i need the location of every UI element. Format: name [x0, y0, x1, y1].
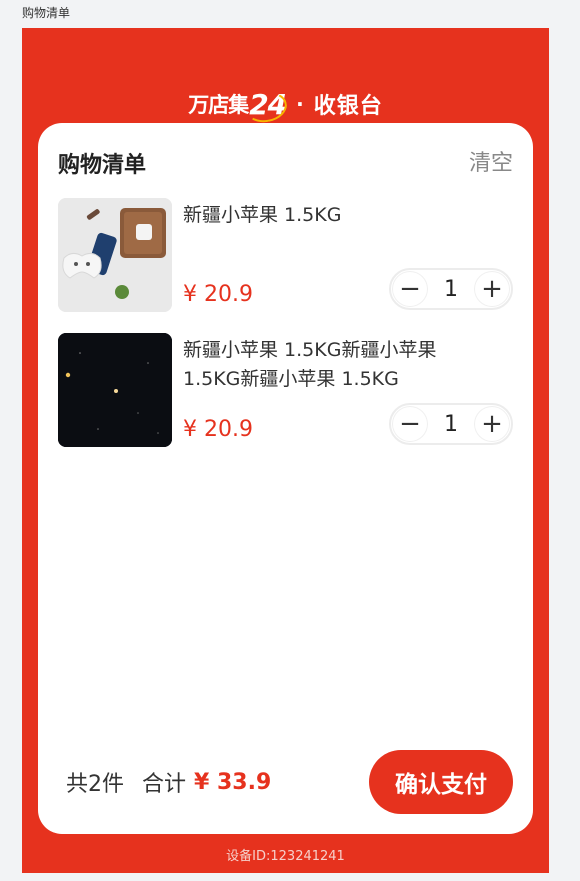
clear-cart-button[interactable]: 清空 — [469, 145, 513, 177]
product-name: 新疆小苹果 1.5KG — [183, 204, 342, 226]
quantity-stepper: − 1 + — [389, 268, 513, 310]
brand-logo: 万店集 24 — [188, 88, 290, 125]
cart-card: 购物清单 清空 新疆小苹果 1.5KG ¥ 20.9 − 1 + 新疆小苹果 1… — [38, 123, 533, 834]
cart-item: 新疆小苹果 1.5KG ¥ 20.9 − 1 + — [58, 198, 513, 313]
product-thumbnail — [58, 333, 172, 447]
product-image-icon — [58, 333, 172, 447]
brand-separator: · — [296, 92, 304, 116]
device-id: 设备ID:123241241 — [226, 849, 345, 864]
increase-quantity-button[interactable]: + — [475, 407, 509, 441]
product-price: ¥ 20.9 — [183, 282, 253, 307]
product-thumbnail — [58, 198, 172, 312]
page-label: 购物清单 — [22, 6, 71, 20]
quantity-value: 1 — [444, 276, 458, 302]
brand-header: 万店集 24 · 收银台 — [22, 82, 549, 126]
order-summary: 共2件 合计 ¥ 33.9 — [66, 766, 271, 798]
quantity-stepper: − 1 + — [389, 403, 513, 445]
product-image-icon — [58, 198, 172, 312]
item-count: 共2件 — [66, 772, 124, 797]
total-label: 合计 — [142, 772, 187, 797]
brand-title: 收银台 — [313, 94, 383, 119]
total-price: ¥ 33.9 — [194, 769, 272, 795]
cart-item: 新疆小苹果 1.5KG新疆小苹果 1.5KG新疆小苹果 1.5KG ¥ 20.9… — [58, 333, 513, 448]
checkout-footer: 共2件 合计 ¥ 33.9 确认支付 — [66, 750, 513, 814]
brand-logo-number: 24 — [242, 88, 290, 125]
confirm-payment-button[interactable]: 确认支付 — [369, 750, 513, 814]
quantity-value: 1 — [444, 411, 458, 437]
brand-logo-text: 万店集 — [188, 93, 249, 117]
decrease-quantity-button[interactable]: − — [393, 407, 427, 441]
increase-quantity-button[interactable]: + — [475, 272, 509, 306]
product-price: ¥ 20.9 — [183, 417, 253, 442]
product-name: 新疆小苹果 1.5KG新疆小苹果 1.5KG新疆小苹果 1.5KG — [183, 339, 437, 390]
cart-title: 购物清单 — [58, 153, 147, 178]
decrease-quantity-button[interactable]: − — [393, 272, 427, 306]
